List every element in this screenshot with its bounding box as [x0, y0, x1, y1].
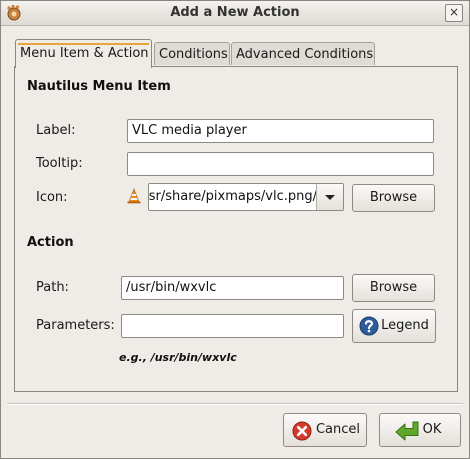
vlc-cone-icon [127, 188, 141, 204]
icon-browse-button[interactable]: Browse [352, 184, 435, 212]
icon-field-label: Icon: [36, 190, 68, 205]
ok-label: OK [422, 422, 442, 437]
icon-browse-label: Browse [369, 190, 418, 205]
tab-panel: Nautilus Menu Item Label: VLC media play… [14, 66, 458, 392]
path-field-label: Path: [36, 280, 69, 295]
ok-button[interactable]: OK [379, 413, 461, 447]
label-input[interactable]: VLC media player [127, 119, 434, 143]
ok-arrow-icon [395, 421, 419, 441]
help-icon [359, 316, 379, 336]
cancel-icon [292, 421, 312, 441]
legend-label: Legend [381, 318, 429, 333]
tab-menu-item-action[interactable]: Menu Item & Action [15, 39, 152, 68]
label-field-label: Label: [36, 123, 76, 138]
button-area-separator [7, 403, 463, 405]
title-bar: Add a New Action × [1, 1, 469, 26]
icon-combo-dropdown-button[interactable] [316, 184, 343, 210]
path-browse-button[interactable]: Browse [352, 274, 435, 302]
cancel-button[interactable]: Cancel [283, 413, 367, 447]
parameters-field-label: Parameters: [36, 318, 115, 333]
icon-combo[interactable]: /usr/share/pixmaps/vlc.png [148, 183, 344, 211]
tab-conditions[interactable]: Conditions [154, 42, 230, 65]
tooltip-field-label: Tooltip: [36, 156, 83, 171]
window-close-button[interactable]: × [445, 4, 463, 22]
path-browse-label: Browse [369, 280, 418, 295]
menu-item-section-title: Nautilus Menu Item [27, 79, 171, 94]
path-input[interactable]: /usr/bin/wxvlc [121, 276, 344, 300]
dialog-window: Add a New Action × Menu Item & Action Co… [0, 0, 470, 459]
window-title: Add a New Action [170, 5, 300, 20]
tooltip-input[interactable] [127, 152, 434, 176]
parameters-input[interactable] [121, 314, 344, 338]
path-example-hint: e.g., /usr/bin/wxvlc [119, 351, 237, 364]
cancel-label: Cancel [315, 422, 361, 437]
action-section-title: Action [27, 235, 74, 250]
legend-button[interactable]: Legend [352, 309, 436, 343]
icon-path-value: /usr/share/pixmaps/vlc.png [149, 189, 317, 204]
tab-advanced-conditions[interactable]: Advanced Conditions [231, 42, 375, 65]
chevron-down-icon [325, 195, 335, 200]
